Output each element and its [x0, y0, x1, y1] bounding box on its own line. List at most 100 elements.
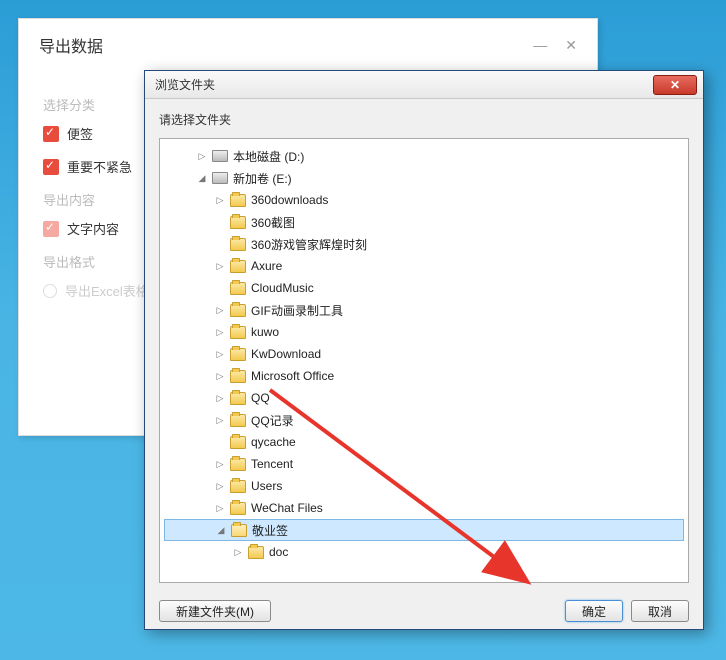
tree-node-label: kuwo	[251, 325, 279, 339]
expander-closed-icon[interactable]: ▷	[214, 480, 226, 492]
dialog-footer: 新建文件夹(M) 确定 取消	[145, 593, 703, 629]
folder-icon	[230, 238, 246, 251]
checkbox-label: 便签	[67, 124, 93, 143]
folder-icon	[230, 502, 246, 515]
tree-node-label: 360游戏管家辉煌时刻	[251, 236, 367, 253]
expander-open-icon[interactable]: ◢	[215, 524, 227, 536]
tree-node-label: QQ	[251, 391, 270, 405]
checkmark-icon	[43, 221, 59, 237]
tree-node[interactable]: ◢ 新加卷 (E:)	[164, 167, 684, 189]
tree-node[interactable]: ▷ kuwo	[164, 321, 684, 343]
expander-closed-icon[interactable]: ▷	[196, 150, 208, 162]
tree-node[interactable]: ▷ Tencent	[164, 453, 684, 475]
tree-node-label: Microsoft Office	[251, 369, 334, 383]
expander-closed-icon[interactable]: ▷	[214, 370, 226, 382]
radio-icon	[43, 284, 57, 298]
radio-label: 导出Excel表格	[65, 281, 149, 300]
ok-button[interactable]: 确定	[565, 600, 623, 622]
expander-closed-icon[interactable]: ▷	[214, 392, 226, 404]
tree-node[interactable]: ◢ 敬业签	[164, 519, 684, 541]
folder-icon	[230, 326, 246, 339]
folder-icon	[248, 546, 264, 559]
expander-closed-icon[interactable]: ▷	[232, 546, 244, 558]
tree-node[interactable]: ▷qycache	[164, 431, 684, 453]
dialog-body: 请选择文件夹 ▷本地磁盘 (D:)◢新加卷 (E:)▷360downloads▷…	[145, 99, 703, 593]
folder-icon	[230, 414, 246, 427]
tree-node[interactable]: ▷ 本地磁盘 (D:)	[164, 145, 684, 167]
tree-node-label: CloudMusic	[251, 281, 314, 295]
close-button[interactable]: ✕	[653, 75, 697, 95]
expander-closed-icon[interactable]: ▷	[214, 414, 226, 426]
tree-node-label: Users	[251, 479, 282, 493]
expander-closed-icon[interactable]: ▷	[214, 458, 226, 470]
checkmark-icon	[43, 126, 59, 142]
tree-node-label: 敬业签	[252, 522, 288, 539]
drive-icon	[212, 172, 228, 184]
tree-node-label: doc	[269, 545, 288, 559]
tree-node-label: 360截图	[251, 214, 295, 231]
dialog-titlebar[interactable]: 浏览文件夹 ✕	[145, 71, 703, 99]
folder-icon	[230, 458, 246, 471]
folder-icon	[230, 282, 246, 295]
folder-icon	[230, 370, 246, 383]
cancel-button[interactable]: 取消	[631, 600, 689, 622]
folder-icon	[230, 436, 246, 449]
tree-node[interactable]: ▷ KwDownload	[164, 343, 684, 365]
close-icon: ✕	[670, 78, 680, 92]
tree-node-label: 本地磁盘 (D:)	[233, 148, 304, 165]
tree-node-label: GIF动画录制工具	[251, 302, 343, 319]
expander-open-icon[interactable]: ◢	[196, 172, 208, 184]
folder-icon	[230, 392, 246, 405]
button-label: 确定	[582, 603, 606, 620]
tree-node[interactable]: ▷ Users	[164, 475, 684, 497]
folder-icon	[230, 348, 246, 361]
tree-node[interactable]: ▷ QQ记录	[164, 409, 684, 431]
checkmark-icon	[43, 159, 59, 175]
checkbox-label: 文字内容	[67, 219, 119, 238]
folder-icon	[230, 216, 246, 229]
tree-node-label: WeChat Files	[251, 501, 323, 515]
close-icon[interactable]: ✕	[565, 37, 577, 54]
folder-open-icon	[231, 524, 247, 537]
tree-node[interactable]: ▷ GIF动画录制工具	[164, 299, 684, 321]
tree-node[interactable]: ▷ WeChat Files	[164, 497, 684, 519]
folder-icon	[230, 304, 246, 317]
tree-node[interactable]: ▷ doc	[164, 541, 684, 563]
tree-node-label: 360downloads	[251, 193, 328, 207]
drive-icon	[212, 150, 228, 162]
tree-node[interactable]: ▷360游戏管家辉煌时刻	[164, 233, 684, 255]
export-title: 导出数据	[39, 33, 533, 57]
tree-node-label: Axure	[251, 259, 282, 273]
checkbox-label: 重要不紧急	[67, 157, 132, 176]
expander-closed-icon[interactable]: ▷	[214, 326, 226, 338]
export-header: 导出数据 — ✕	[19, 19, 597, 71]
folder-icon	[230, 194, 246, 207]
new-folder-button[interactable]: 新建文件夹(M)	[159, 600, 271, 622]
tree-node-label: Tencent	[251, 457, 293, 471]
folder-icon	[230, 260, 246, 273]
tree-node[interactable]: ▷CloudMusic	[164, 277, 684, 299]
expander-closed-icon[interactable]: ▷	[214, 260, 226, 272]
tree-node-label: QQ记录	[251, 412, 294, 429]
expander-closed-icon[interactable]: ▷	[214, 304, 226, 316]
tree-node[interactable]: ▷360截图	[164, 211, 684, 233]
tree-node-label: 新加卷 (E:)	[233, 170, 292, 187]
dialog-instruction: 请选择文件夹	[159, 111, 689, 128]
window-controls: — ✕	[533, 37, 577, 54]
expander-closed-icon[interactable]: ▷	[214, 194, 226, 206]
expander-closed-icon[interactable]: ▷	[214, 502, 226, 514]
minimize-icon[interactable]: —	[533, 37, 547, 54]
button-label: 取消	[648, 603, 672, 620]
tree-node[interactable]: ▷ 360downloads	[164, 189, 684, 211]
tree-node[interactable]: ▷ QQ	[164, 387, 684, 409]
expander-closed-icon[interactable]: ▷	[214, 348, 226, 360]
folder-tree[interactable]: ▷本地磁盘 (D:)◢新加卷 (E:)▷360downloads▷360截图▷3…	[159, 138, 689, 583]
tree-node[interactable]: ▷ Axure	[164, 255, 684, 277]
button-label: 新建文件夹(M)	[176, 603, 254, 620]
tree-node[interactable]: ▷ Microsoft Office	[164, 365, 684, 387]
browse-folder-dialog: 浏览文件夹 ✕ 请选择文件夹 ▷ 本地磁盘 (D:) ◢ 新加卷 (E:) ▷ 360do…	[144, 70, 704, 630]
dialog-title: 浏览文件夹	[155, 76, 653, 93]
tree-node-label: KwDownload	[251, 347, 321, 361]
folder-icon	[230, 480, 246, 493]
tree-node-label: qycache	[251, 435, 296, 449]
